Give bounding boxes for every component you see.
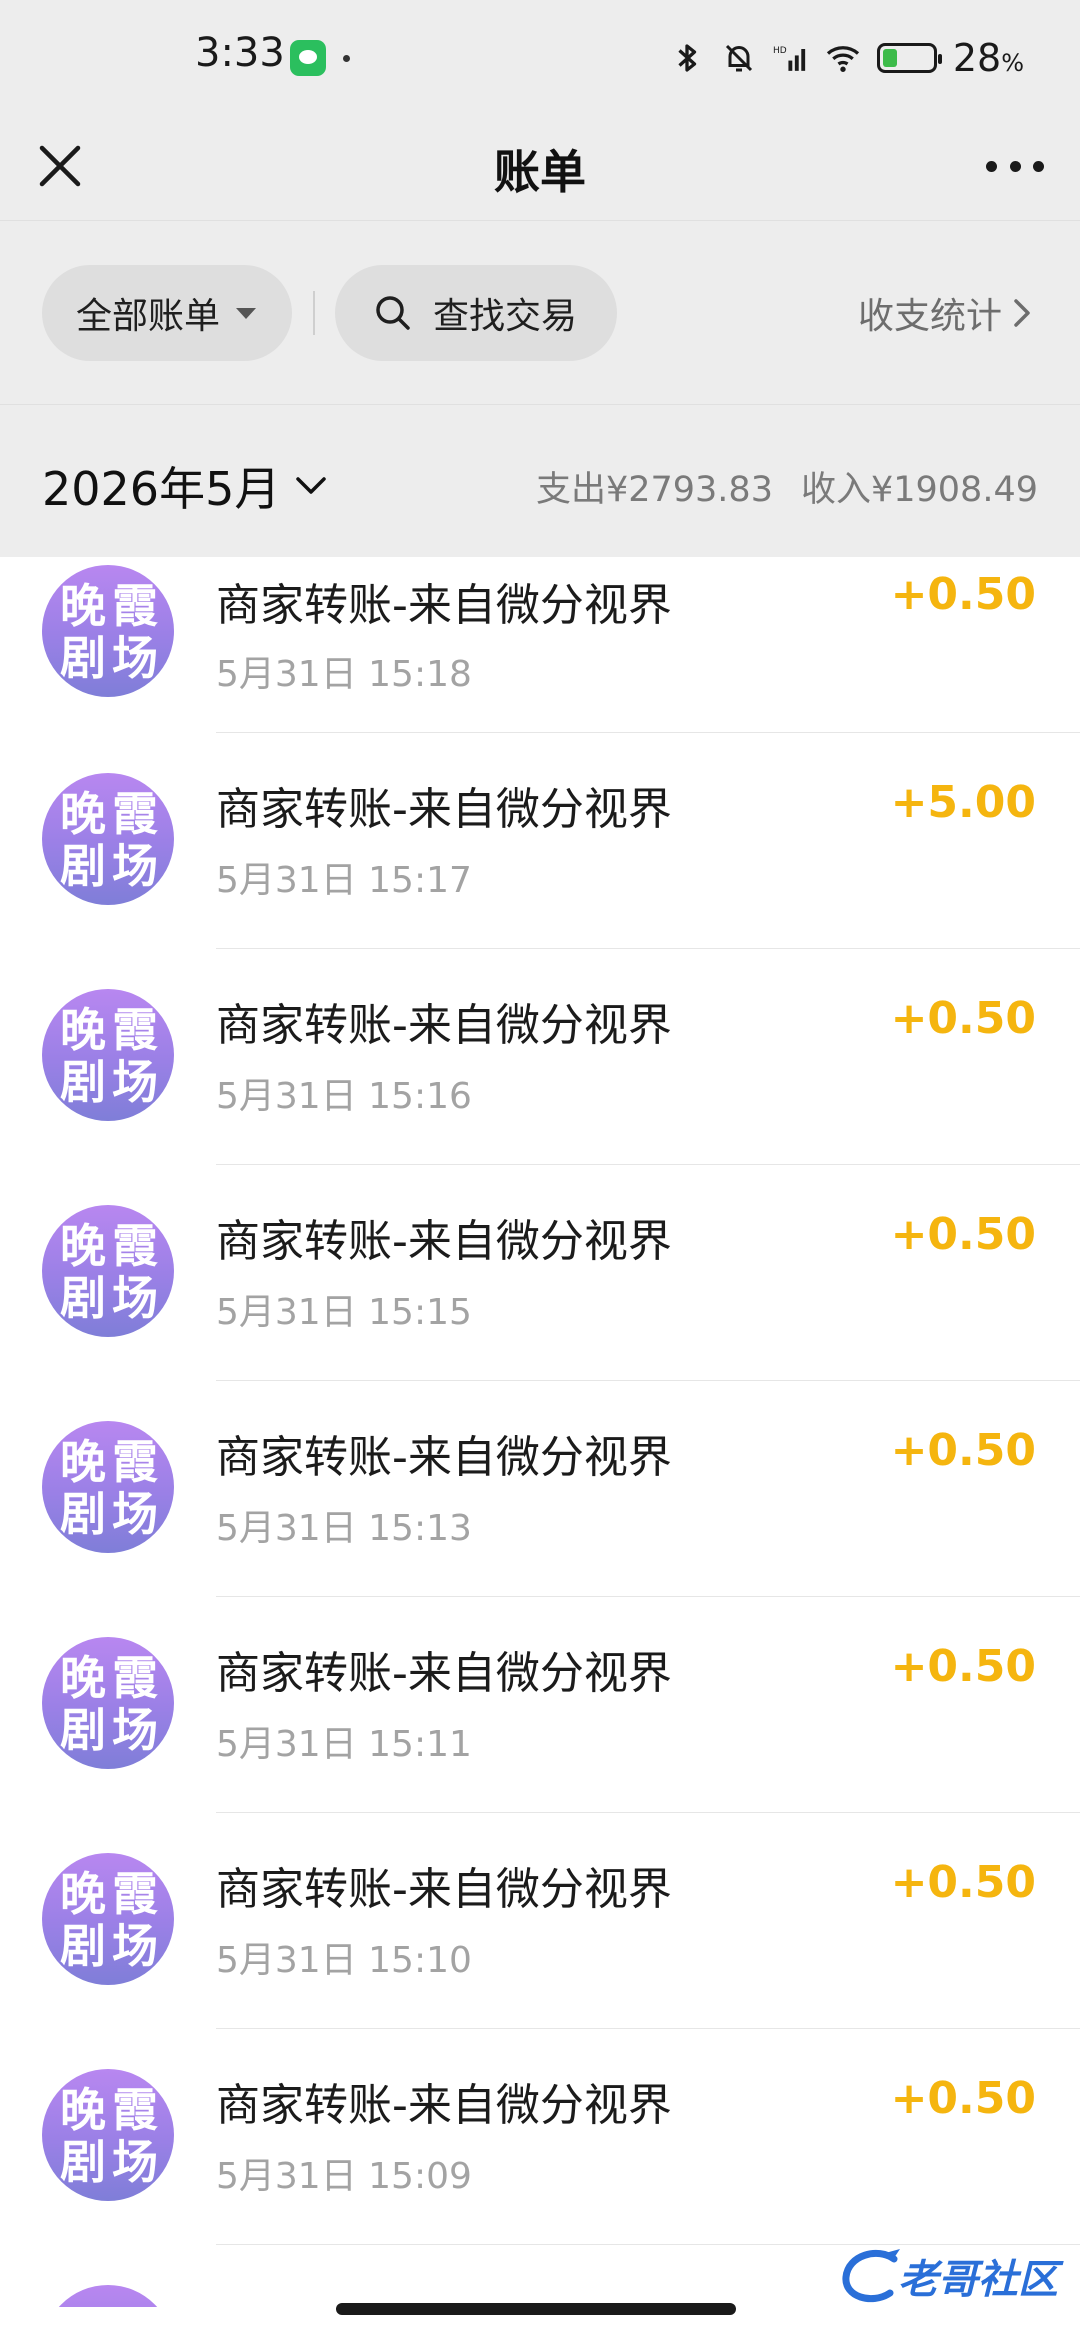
transaction-title: 商家转账-来自微分视界 [216,1432,672,1483]
status-icons: HD 28% [669,36,1024,80]
divider [216,732,1080,733]
svg-text:HD: HD [773,46,787,56]
transaction-amount: +0.50 [890,1857,1036,1908]
list-item[interactable]: 晚霞剧场 商家转账-来自微分视界 5月31日 15:18 +0.50 [0,565,1080,781]
transaction-title: 商家转账-来自微分视界 [216,1216,672,1267]
more-icon[interactable] [980,140,1050,192]
avatar: 晚霞剧场 [42,565,174,697]
transaction-amount: +0.50 [890,1425,1036,1476]
list-item[interactable]: 晚霞剧场 商家转账-来自微分视界 5月31日 15:10 +0.50 [0,1853,1080,2069]
transaction-time: 5月31日 15:10 [216,1940,472,1981]
divider [313,291,315,335]
transaction-title: 商家转账-来自微分视界 [216,2080,672,2131]
battery-percent: 28% [952,36,1024,80]
caret-down-icon [236,307,257,319]
transaction-time: 5月31日 15:09 [216,2156,472,2197]
divider [216,1596,1080,1597]
transaction-time: 5月31日 15:16 [216,1076,472,1117]
divider [216,1812,1080,1813]
transaction-time: 5月31日 15:11 [216,1724,472,1765]
transaction-amount: +5.00 [890,777,1036,828]
avatar [42,2285,174,2307]
divider [216,1164,1080,1165]
signal-hd-icon: HD [773,46,805,71]
watermark-logo: 老哥社区 [838,2240,1070,2312]
list-item[interactable]: 晚霞剧场 商家转账-来自微分视界 5月31日 15:11 +0.50 [0,1637,1080,1853]
search-icon [376,296,410,330]
transaction-time: 5月31日 15:15 [216,1292,472,1333]
transaction-amount: +0.50 [890,1209,1036,1260]
avatar: 晚霞剧场 [42,773,174,905]
avatar: 晚霞剧场 [42,1421,174,1553]
nav-bar: 账单 [0,112,1080,220]
transaction-title: 商家转账-来自微分视界 [216,1864,672,1915]
status-time: 3:33 [195,30,285,76]
transaction-time: 5月31日 15:17 [216,860,472,901]
divider [216,1380,1080,1381]
list-item[interactable]: 晚霞剧场 商家转账-来自微分视界 5月31日 15:13 +0.50 [0,1421,1080,1637]
transaction-title: 商家转账-来自微分视界 [216,1000,672,1051]
all-bills-label: 全部账单 [76,296,221,337]
transaction-title: 商家转账-来自微分视界 [216,1648,672,1699]
avatar: 晚霞剧场 [42,989,174,1121]
wifi-icon [826,46,859,72]
income-expense-stats-link[interactable]: 收支统计 [858,287,1034,339]
page-title: 账单 [494,145,586,199]
filter-bar: 全部账单 查找交易 收支统计 [0,220,1080,405]
list-item[interactable]: 晚霞剧场 商家转账-来自微分视界 5月31日 15:17 +5.00 [0,773,1080,989]
battery-icon [876,43,942,73]
divider [216,948,1080,949]
transaction-time: 5月31日 15:13 [216,1508,472,1549]
avatar: 晚霞剧场 [42,2069,174,2201]
search-transactions-button[interactable]: 查找交易 [335,265,617,361]
month-label: 2026年5月 [42,462,281,516]
month-selector[interactable]: 2026年5月 [42,453,328,519]
transaction-time: 5月31日 15:18 [216,654,472,695]
wechat-icon [290,40,326,76]
chevron-down-icon [296,477,327,494]
month-summary: 支出¥2793.83 收入¥1908.49 [536,461,1038,512]
home-indicator[interactable] [336,2303,736,2315]
avatar: 晚霞剧场 [42,1853,174,1985]
avatar: 晚霞剧场 [42,1637,174,1769]
notification-dot-icon [343,55,350,62]
transaction-list: 晚霞剧场 商家转账-来自微分视界 5月31日 15:18 +0.50 晚霞剧场 … [0,557,1080,2307]
month-header: 2026年5月 支出¥2793.83 收入¥1908.49 [0,405,1080,557]
status-bar: 3:33 HD 28% [0,0,1080,112]
expense-total: 支出¥2793.83 [535,470,773,510]
mute-bell-icon [725,44,752,72]
transaction-amount: +0.50 [890,993,1036,1044]
avatar: 晚霞剧场 [42,1205,174,1337]
income-total: 收入¥1908.49 [800,470,1038,510]
transaction-amount: +0.50 [890,569,1036,620]
list-item[interactable]: 晚霞剧场 商家转账-来自微分视界 5月31日 15:15 +0.50 [0,1205,1080,1421]
chevron-right-icon [1014,299,1030,327]
all-bills-button[interactable]: 全部账单 [42,265,292,361]
divider [216,2028,1080,2029]
stats-label: 收支统计 [857,296,1002,337]
list-item[interactable]: 晚霞剧场 商家转账-来自微分视界 5月31日 15:16 +0.50 [0,989,1080,1205]
transaction-amount: +0.50 [890,2073,1036,2124]
transaction-title: 商家转账-来自微分视界 [216,784,672,835]
watermark-text: 老哥社区 [898,2257,1058,2303]
search-label: 查找交易 [433,296,578,337]
transaction-title: 商家转账-来自微分视界 [216,580,672,631]
transaction-amount: +0.50 [890,1641,1036,1692]
bluetooth-icon [678,44,696,72]
